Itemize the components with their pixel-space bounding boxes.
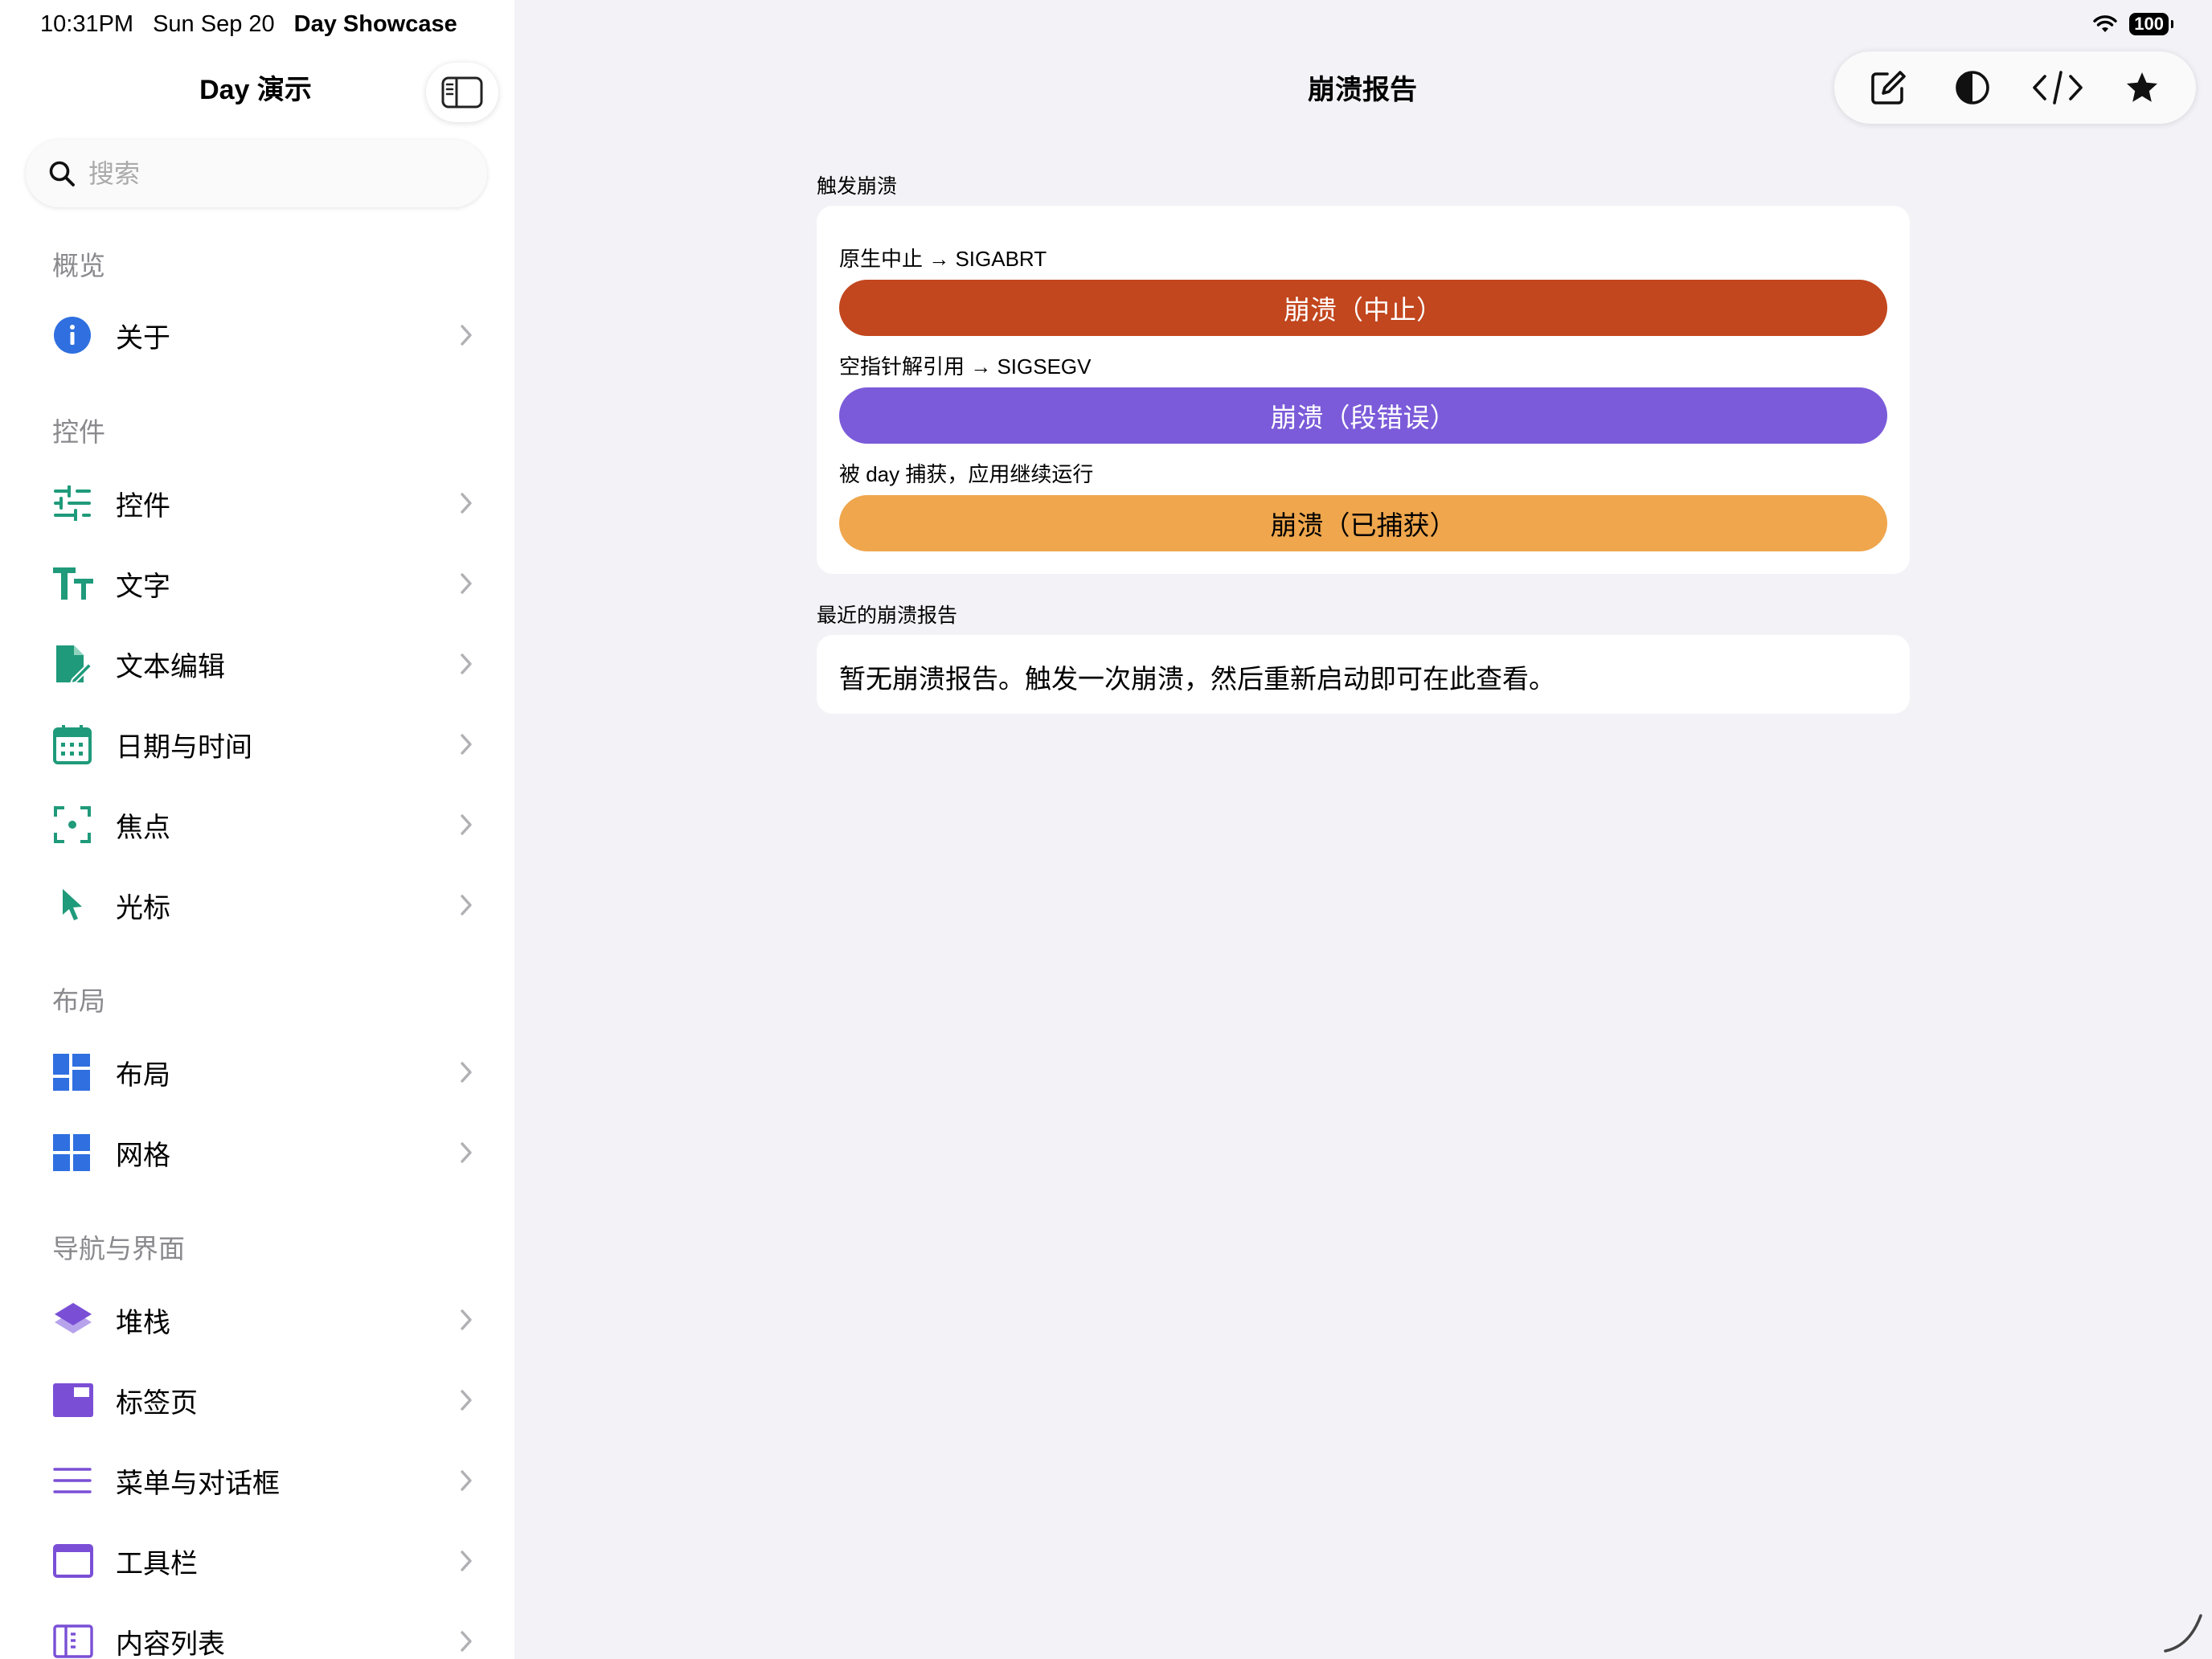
sidebar-item-label: 菜单与对话框 (116, 1468, 280, 1499)
compose-icon (1870, 71, 1906, 104)
window-icon (32, 1525, 116, 1597)
sidebar-item-label: 关于 (116, 322, 170, 354)
chevron-right-icon (450, 1550, 482, 1572)
document-edit-icon (32, 628, 116, 700)
sidebar-item-menus-dialogs[interactable]: 菜单与对话框 (32, 1444, 482, 1517)
sidebar-item-cursor[interactable]: 光标 (32, 869, 482, 941)
crash-abort-button[interactable]: 崩溃（中止） (839, 280, 1887, 336)
resize-corner-icon (2164, 1614, 2202, 1653)
chevron-right-icon (450, 733, 482, 756)
sidebar-item-focus[interactable]: 焦点 (32, 789, 482, 861)
sidebar-item-toolbar[interactable]: 工具栏 (32, 1525, 482, 1597)
chevron-right-icon (450, 653, 482, 675)
chevron-right-icon (450, 492, 482, 514)
sidebar-item-stack[interactable]: 堆栈 (32, 1284, 482, 1356)
code-icon (2032, 71, 2083, 104)
text-size-icon (32, 547, 116, 620)
page-title: 崩溃报告 (1308, 75, 1417, 105)
search-field[interactable] (26, 140, 487, 207)
star-icon (2127, 72, 2158, 102)
status-bar-right: 100 (2092, 13, 2173, 35)
status-bar-left: 10:31PM Sun Sep 20 Day Showcase (40, 11, 457, 38)
chevron-right-icon (450, 1141, 482, 1164)
battery-indicator: 100 (2129, 13, 2173, 35)
sidebar-item-label: 控件 (116, 490, 170, 522)
chevron-right-icon (450, 1389, 482, 1411)
sidebar-item-content-list[interactable]: 内容列表 (32, 1605, 482, 1659)
sidebar-item-text-editing[interactable]: 文本编辑 (32, 628, 482, 700)
section-label-trigger-crash: 触发崩溃 (817, 175, 898, 198)
sidebar-item-label: 网格 (116, 1140, 170, 1171)
sidebar-item-about[interactable]: 关于 (32, 299, 482, 371)
sidebar-item-layout[interactable]: 布局 (32, 1036, 482, 1108)
sidebar-item-text[interactable]: 文字 (32, 547, 482, 620)
chevron-right-icon (450, 1630, 482, 1653)
chevron-right-icon (450, 1061, 482, 1083)
cursor-icon (32, 869, 116, 941)
chevron-right-icon (450, 1309, 482, 1331)
section-header-controls: 控件 (52, 417, 105, 447)
recent-reports-card: 暂无崩溃报告。触发一次崩溃，然后重新启动即可在此查看。 (817, 635, 1910, 714)
chevron-right-icon (450, 894, 482, 916)
sidebar-item-label: 文字 (116, 571, 170, 602)
tabs-icon (32, 1364, 116, 1436)
sidebar-item-label: 日期与时间 (116, 731, 252, 763)
chevron-right-icon (450, 1469, 482, 1492)
chevron-right-icon (450, 572, 482, 595)
sidebar-item-label: 布局 (116, 1059, 170, 1091)
info-icon (32, 299, 116, 371)
sidebar-item-grid[interactable]: 网格 (32, 1116, 482, 1189)
toolbar (1834, 51, 2196, 124)
crash-segfault-button[interactable]: 崩溃（段错误） (839, 387, 1887, 444)
sidebar-item-tabs[interactable]: 标签页 (32, 1364, 482, 1436)
section-label-recent-reports: 最近的崩溃报告 (817, 604, 958, 627)
focus-icon (32, 789, 116, 861)
status-time: 10:31PM (40, 11, 134, 37)
sidebar: Day 演示 概览 关于 控件 (0, 0, 514, 1659)
sidebar-item-label: 文本编辑 (116, 651, 225, 682)
section-header-navigation: 导航与界面 (52, 1234, 185, 1264)
favorite-button[interactable] (2106, 51, 2178, 124)
sidebar-item-date-time[interactable]: 日期与时间 (32, 708, 482, 780)
appearance-toggle-button[interactable] (1936, 51, 2009, 124)
crash-caught-button[interactable]: 崩溃（已捕获） (839, 495, 1887, 551)
status-app-name: Day Showcase (293, 11, 457, 37)
search-input[interactable] (87, 158, 460, 190)
sidebar-toggle-button[interactable] (426, 63, 498, 122)
sidebar-item-label: 标签页 (116, 1387, 198, 1419)
calendar-icon (32, 708, 116, 780)
grid-icon (32, 1116, 116, 1189)
search-icon (49, 161, 75, 186)
contrast-icon (1956, 71, 1990, 104)
sidebar-item-label: 堆栈 (116, 1307, 170, 1338)
sidebar-item-controls[interactable]: 控件 (32, 467, 482, 539)
stack-icon (32, 1284, 116, 1356)
crash-abort-caption: 原生中止 → SIGABRT (839, 247, 1047, 271)
sidebar-item-label: 内容列表 (116, 1628, 225, 1659)
compose-button[interactable] (1852, 51, 1924, 124)
sliders-icon (32, 467, 116, 539)
sidebar-icon (441, 76, 483, 109)
chevron-right-icon (450, 324, 482, 346)
sidebar-item-label: 光标 (116, 892, 170, 924)
layout-icon (32, 1036, 116, 1108)
empty-state-text: 暂无崩溃报告。触发一次崩溃，然后重新启动即可在此查看。 (839, 664, 1555, 694)
code-button[interactable] (2022, 51, 2094, 124)
crash-caught-caption: 被 day 捕获，应用继续运行 (839, 462, 1094, 486)
sidebar-item-label: 焦点 (116, 812, 170, 843)
chevron-right-icon (450, 813, 482, 836)
section-header-layout: 布局 (52, 986, 105, 1016)
split-view-icon (32, 1605, 116, 1659)
status-date: Sun Sep 20 (153, 11, 275, 37)
menu-lines-icon (32, 1444, 116, 1517)
trigger-crash-card: 原生中止 → SIGABRT 崩溃（中止） 空指针解引用 → SIGSEGV 崩… (817, 206, 1910, 574)
wifi-icon (2093, 15, 2117, 32)
sidebar-item-label: 工具栏 (116, 1548, 198, 1579)
section-header-overview: 概览 (52, 251, 105, 281)
crash-segv-caption: 空指针解引用 → SIGSEGV (839, 354, 1092, 379)
